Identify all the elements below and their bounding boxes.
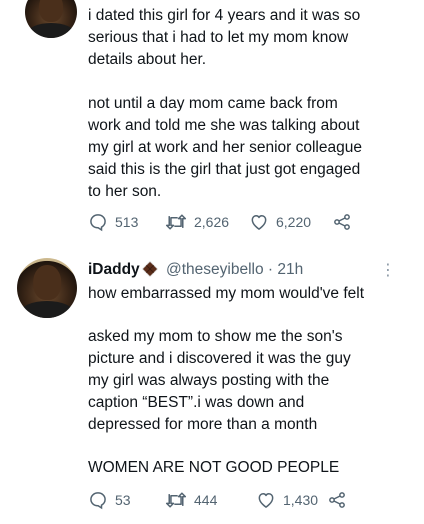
reply-button[interactable]: 53 — [88, 490, 131, 510]
tweet-text-paragraph: WOMEN ARE NOT GOOD PEOPLE — [88, 459, 340, 476]
tweet-time[interactable]: · 21h — [268, 261, 303, 278]
reply-count: 513 — [115, 214, 139, 230]
heart-icon — [249, 212, 269, 232]
retweet-count: 444 — [194, 492, 218, 508]
share-button[interactable] — [332, 212, 352, 232]
like-button[interactable]: 6,220 — [249, 212, 311, 232]
retweet-button[interactable]: 2,626 — [165, 212, 229, 232]
tweet-text-paragraph: asked my mom to show me the son's pictur… — [88, 328, 351, 433]
retweet-icon — [165, 490, 187, 510]
reply-icon — [88, 490, 108, 510]
more-options-icon[interactable]: ⋮ — [380, 263, 396, 279]
tweet-text-paragraph: i dated this girl for 4 years and it was… — [88, 7, 361, 68]
retweet-icon — [165, 212, 187, 232]
like-count: 1,430 — [283, 492, 319, 508]
retweet-button[interactable]: 444 — [165, 490, 217, 510]
heart-icon — [256, 490, 276, 510]
avatar[interactable] — [17, 258, 77, 318]
reply-button[interactable]: 513 — [88, 212, 138, 232]
like-count: 6,220 — [276, 214, 312, 230]
author-handle[interactable]: @theseyibello — [166, 261, 264, 278]
reply-icon — [88, 212, 108, 232]
chocolate-bar-icon — [141, 261, 158, 284]
like-button[interactable]: 1,430 — [256, 490, 318, 510]
tweet-text-paragraph: how embarrassed my mom would've felt — [88, 285, 365, 302]
tweet-actions: 513 2,626 6,220 — [88, 212, 408, 232]
author-name[interactable]: iDaddy — [88, 261, 140, 278]
retweet-count: 2,626 — [194, 214, 230, 230]
tweet-text-paragraph: not until a day mom came back from work … — [88, 95, 362, 200]
tweet-2: iDaddy @theseyibello · 21h ⋮ how embarra… — [0, 250, 424, 524]
share-button[interactable] — [327, 490, 347, 510]
avatar[interactable] — [25, 0, 77, 38]
tweet-header: iDaddy @theseyibello · 21h — [88, 259, 303, 284]
share-icon — [327, 490, 347, 510]
reply-count: 53 — [115, 492, 131, 508]
tweet-1: i dated this girl for 4 years and it was… — [0, 0, 424, 250]
share-icon — [332, 212, 352, 232]
tweet-actions: 53 444 1,430 — [88, 490, 408, 510]
